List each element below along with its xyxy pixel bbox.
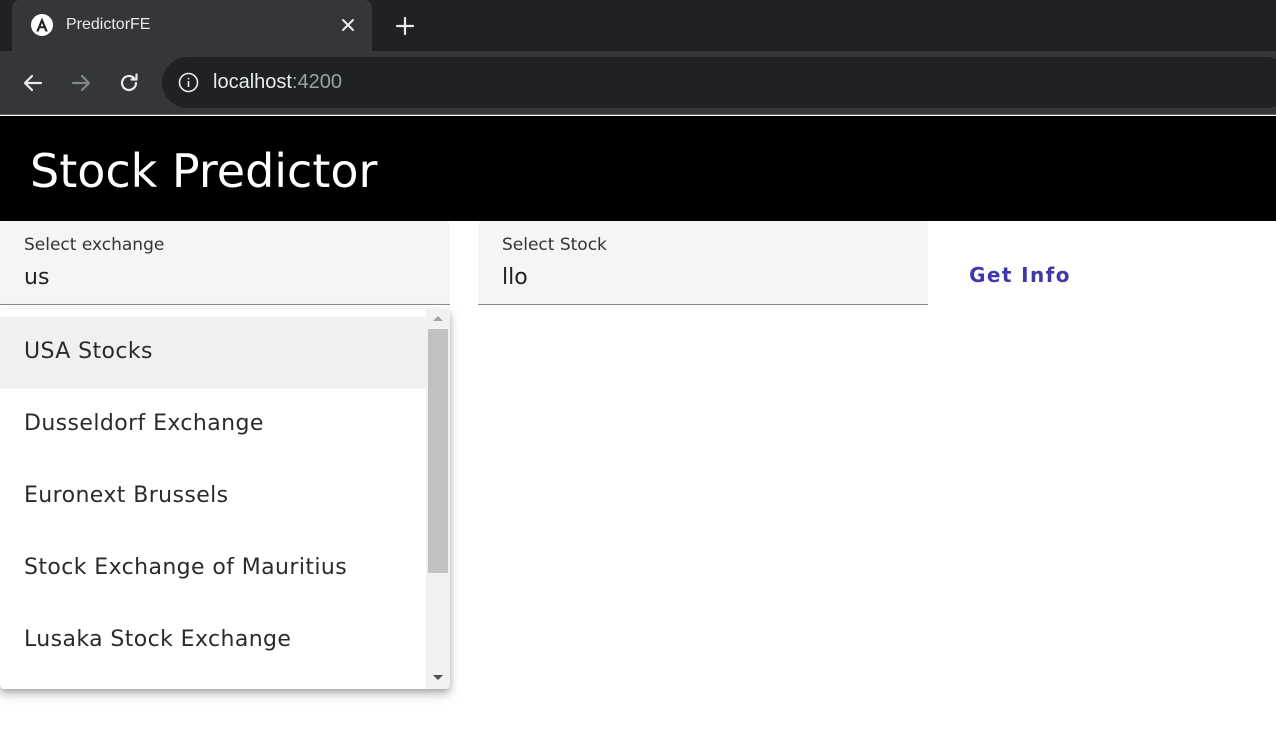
scrollbar-thumb[interactable]	[428, 329, 448, 573]
angular-favicon-icon	[31, 14, 53, 36]
stock-input[interactable]	[502, 262, 902, 292]
stock-field-label: Select Stock	[502, 235, 607, 255]
get-info-button[interactable]: Get Info	[950, 245, 1090, 305]
url-port: :4200	[291, 71, 342, 93]
exchange-field[interactable]: Select exchange	[0, 221, 450, 305]
scroll-up-arrow-icon[interactable]	[426, 309, 450, 329]
option-label: Lusaka Stock Exchange	[24, 627, 292, 652]
autocomplete-option[interactable]: Euronext Brussels	[0, 461, 426, 533]
autocomplete-option[interactable]: Lusaka Stock Exchange	[0, 605, 426, 677]
page-title: Stock Predictor	[30, 144, 378, 198]
tab-title: PredictorFE	[66, 16, 151, 33]
autocomplete-option[interactable]: Stock Exchange of Mauritius	[0, 533, 426, 605]
url-text: localhost:4200	[213, 71, 342, 94]
exchange-autocomplete-panel: USA Stocks Dusseldorf Exchange Euronext …	[0, 309, 450, 689]
stock-field[interactable]: Select Stock	[478, 221, 928, 305]
option-label: USA Stocks	[24, 339, 153, 364]
option-label: Dusseldorf Exchange	[24, 411, 264, 436]
info-icon[interactable]	[178, 72, 199, 93]
back-arrow-icon[interactable]	[21, 71, 45, 95]
option-label: Stock Exchange of Mauritius	[24, 555, 348, 580]
new-tab-icon[interactable]	[394, 15, 416, 37]
exchange-input[interactable]	[24, 262, 424, 292]
reload-icon[interactable]	[117, 71, 141, 95]
exchange-field-label: Select exchange	[24, 235, 165, 255]
browser-tab[interactable]: PredictorFE	[12, 0, 372, 51]
close-tab-icon[interactable]	[338, 15, 358, 35]
address-bar[interactable]: localhost:4200	[162, 57, 1276, 108]
option-label: Euronext Brussels	[24, 483, 229, 508]
autocomplete-option[interactable]: USA Stocks	[0, 317, 426, 389]
forward-arrow-icon[interactable]	[69, 71, 93, 95]
dropdown-scrollbar[interactable]	[426, 309, 450, 689]
browser-toolbar: localhost:4200	[0, 51, 1276, 115]
autocomplete-option[interactable]: Dusseldorf Exchange	[0, 389, 426, 461]
scroll-down-arrow-icon[interactable]	[426, 667, 450, 687]
app-header: Stock Predictor	[0, 116, 1276, 221]
url-host: localhost	[213, 71, 292, 93]
browser-tabstrip: PredictorFE	[0, 0, 1276, 51]
